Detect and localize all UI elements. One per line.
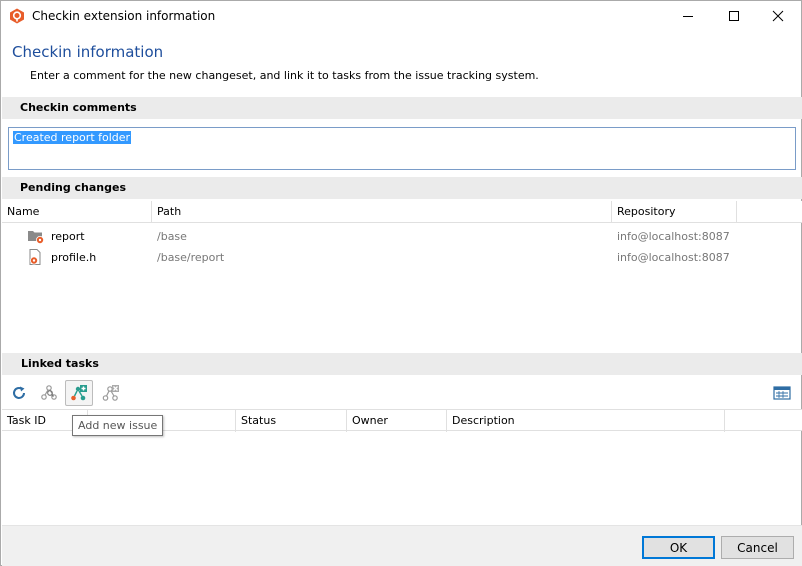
close-icon [772, 10, 784, 22]
table-row[interactable]: report /base info@localhost:8087 [2, 226, 802, 247]
row-path: /base/report [157, 251, 225, 264]
table-view-button[interactable] [768, 380, 796, 406]
dialog-footer: OK Cancel [2, 525, 802, 566]
add-issue-icon [71, 385, 87, 401]
comment-text: Created report folder [13, 131, 132, 144]
folder-pending-icon [28, 231, 44, 244]
maximize-button[interactable] [711, 1, 757, 31]
column-header-description[interactable]: Description [447, 410, 725, 432]
column-header-owner[interactable]: Owner [347, 410, 447, 432]
pending-section-header: Pending changes [2, 177, 802, 199]
table-row[interactable]: profile.h /base/report info@localhost:80… [2, 247, 802, 268]
link-task-button[interactable] [35, 380, 63, 406]
app-icon [10, 8, 24, 24]
row-path: /base [157, 230, 187, 243]
cancel-button[interactable]: Cancel [721, 536, 794, 559]
dialog-window: Checkin extension information Checkin in… [0, 0, 802, 566]
column-header-repository[interactable]: Repository [612, 201, 737, 223]
table-view-icon [773, 386, 791, 400]
refresh-button[interactable] [5, 380, 33, 406]
comments-section-label: Checkin comments [20, 101, 137, 114]
column-header-path[interactable]: Path [152, 201, 612, 223]
add-issue-button[interactable] [65, 380, 93, 406]
refresh-icon [13, 386, 25, 399]
tooltip: Add new issue [72, 415, 164, 436]
minimize-icon [683, 16, 693, 17]
row-name: profile.h [51, 251, 97, 264]
page-description: Enter a comment for the new changeset, a… [30, 69, 539, 82]
column-header-name[interactable]: Name [2, 201, 152, 223]
unlink-task-button[interactable] [97, 380, 125, 406]
maximize-icon [729, 11, 739, 21]
unlink-task-icon [102, 385, 119, 401]
comments-section-header: Checkin comments [2, 97, 802, 119]
title-bar[interactable]: Checkin extension information [1, 1, 801, 31]
window-title: Checkin extension information [32, 9, 216, 23]
link-task-icon [41, 385, 57, 400]
tasks-section-header: Linked tasks [2, 353, 802, 375]
pending-section-label: Pending changes [20, 181, 127, 194]
row-name: report [51, 230, 85, 243]
pending-table-header: Name Path Repository [2, 201, 802, 223]
minimize-button[interactable] [665, 1, 711, 31]
row-repository: info@localhost:8087 [617, 230, 730, 243]
close-button[interactable] [755, 1, 801, 31]
file-pending-icon [29, 249, 41, 265]
row-repository: info@localhost:8087 [617, 251, 730, 264]
page-title: Checkin information [12, 43, 164, 61]
comment-input[interactable]: Created report folder [8, 127, 796, 170]
ok-button[interactable]: OK [642, 536, 715, 559]
column-header-status[interactable]: Status [236, 410, 347, 432]
tasks-section-label: Linked tasks [21, 357, 99, 370]
